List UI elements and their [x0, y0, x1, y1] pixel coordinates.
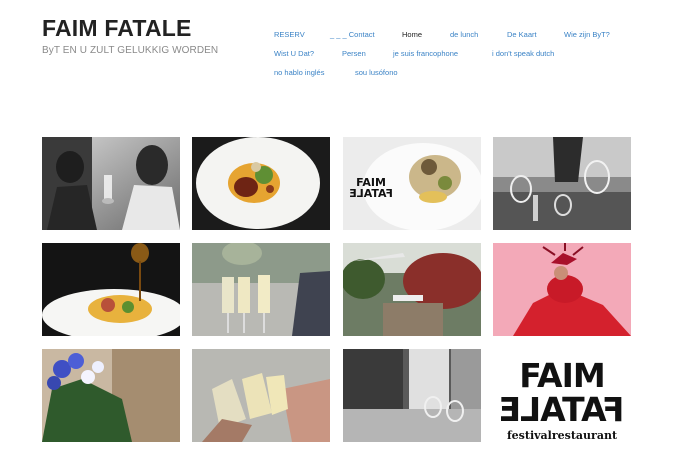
logo-word-fatale: FATALE: [499, 390, 625, 429]
nav-item-de-kaart[interactable]: De Kaart: [507, 30, 537, 39]
gallery-photo-flowers[interactable]: [42, 349, 180, 442]
logo-subtitle: festivalrestaurant: [506, 429, 618, 442]
nav-item-spanish[interactable]: no hablo inglés: [274, 68, 324, 77]
gallery-photo-dining-room-bw[interactable]: [343, 349, 481, 442]
nav-item-contact[interactable]: _ _ _ Contact: [330, 30, 375, 39]
plate-logo-mark: FAIM FATALE: [349, 176, 393, 200]
logo-word-faim: FAIM: [519, 356, 605, 395]
gallery-photo-dish-plate[interactable]: [192, 137, 330, 230]
main-nav: RESERV _ _ _ Contact Home de lunch De Ka…: [0, 0, 690, 90]
gallery-photo-terrace[interactable]: [343, 243, 481, 336]
gallery-photo-guests-bw[interactable]: [42, 137, 180, 230]
gallery-photo-toast[interactable]: [192, 349, 330, 442]
nav-item-english[interactable]: i don't speak dutch: [492, 49, 554, 58]
nav-item-reserv[interactable]: RESERV: [274, 30, 305, 39]
gallery-photo-sauce-pour[interactable]: [42, 243, 180, 336]
nav-item-home[interactable]: Home: [402, 30, 422, 39]
nav-item-wie-zijn-byt[interactable]: Wie zijn ByT?: [564, 30, 610, 39]
nav-item-wist-u-dat[interactable]: Wist U Dat?: [274, 49, 314, 58]
nav-item-persen[interactable]: Persen: [342, 49, 366, 58]
nav-item-de-lunch[interactable]: de lunch: [450, 30, 478, 39]
gallery-photo-champagne[interactable]: [192, 243, 330, 336]
gallery-logo-faim-fatale[interactable]: FAIM FATALE festivalrestaurant: [493, 349, 631, 442]
gallery-photo-red-dress[interactable]: [493, 243, 631, 336]
gallery-photo-dish-logo-plate[interactable]: FAIM FATALE: [343, 137, 481, 230]
nav-item-francophone[interactable]: je suis francophone: [393, 49, 458, 58]
gallery-photo-glasses-bw[interactable]: [493, 137, 631, 230]
nav-item-portuguese[interactable]: sou lusófono: [355, 68, 398, 77]
